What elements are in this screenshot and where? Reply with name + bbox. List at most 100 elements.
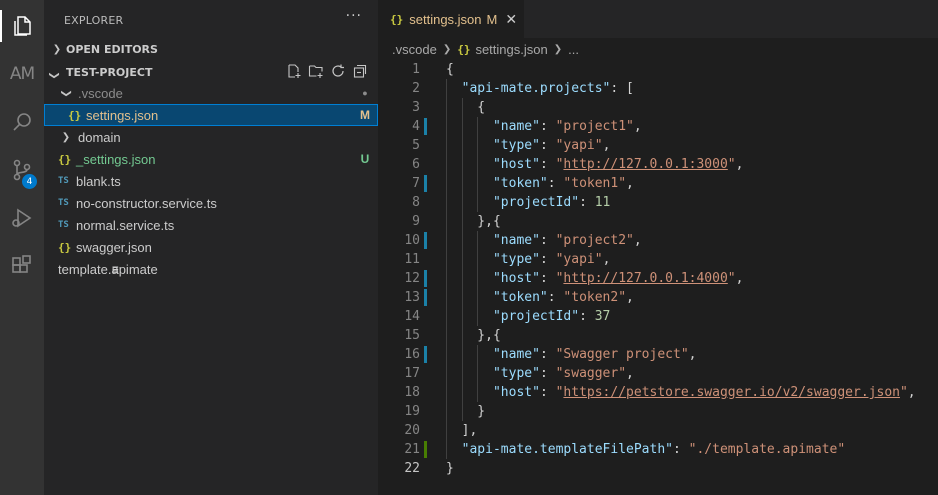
- ts-file-icon: TS: [58, 220, 69, 230]
- close-icon[interactable]: ✕: [505, 11, 517, 28]
- code-line: 1{: [378, 60, 938, 79]
- chevron-right-icon: ❯: [61, 131, 71, 143]
- code-token: ,: [907, 385, 916, 400]
- code-text: "token": "token1",: [446, 174, 634, 193]
- code-token: ,: [688, 347, 697, 362]
- tree-item[interactable]: ❯ domain: [44, 126, 378, 148]
- chevron-down-icon: ❯: [48, 70, 60, 80]
- open-editors-section[interactable]: ❯ OPEN EDITORS: [44, 38, 378, 60]
- code-token: "host": [492, 271, 540, 286]
- tree-item[interactable]: {} _settings.json U: [44, 148, 378, 170]
- code-line: 21 "api-mate.templateFilePath": "./templ…: [378, 440, 938, 459]
- code-text: "api-mate.projects": [: [446, 79, 634, 98]
- json-file-icon: {}: [58, 152, 72, 166]
- api-mate-icon[interactable]: AM: [0, 52, 44, 96]
- code-token: :: [539, 366, 556, 381]
- line-number: 1: [412, 62, 420, 77]
- tab-bar: {} settings.json M ✕: [378, 0, 938, 38]
- tab-settings-json[interactable]: {} settings.json M ✕: [378, 0, 524, 38]
- breadcrumb-folder[interactable]: .vscode: [392, 42, 437, 57]
- tree-item-label: template.apimate: [58, 261, 158, 277]
- collapse-all-icon[interactable]: [352, 63, 368, 79]
- api-mate-label: AM: [9, 64, 35, 84]
- search-icon[interactable]: [0, 100, 44, 144]
- explorer-sidebar: EXPLORER ··· ❯ OPEN EDITORS ❯ TEST-PROJE…: [44, 0, 378, 495]
- code-token: {: [446, 100, 486, 115]
- tree-item-label: swagger.json: [76, 239, 152, 255]
- code-token: :: [539, 157, 556, 172]
- code-editor[interactable]: 1{2 "api-mate.projects": [3 {4 "name": "…: [378, 60, 938, 478]
- refresh-icon[interactable]: [330, 63, 346, 79]
- code-token: "type": [492, 138, 540, 153]
- line-number: 7: [412, 176, 420, 191]
- line-number: 9: [412, 214, 420, 229]
- explorer-icon[interactable]: [0, 4, 44, 48]
- sidebar-title: EXPLORER: [64, 14, 124, 27]
- tree-item[interactable]: {} swagger.json: [44, 236, 378, 258]
- code-token: ,: [633, 233, 642, 248]
- code-text: ],: [446, 421, 478, 440]
- new-folder-icon[interactable]: [308, 63, 324, 79]
- project-section[interactable]: ❯ TEST-PROJECT: [44, 61, 378, 83]
- breadcrumb-symbol[interactable]: ...: [568, 42, 579, 57]
- line-number: 2: [412, 81, 420, 96]
- code-token: "token": [492, 290, 548, 305]
- code-token: "name": [492, 233, 540, 248]
- breadcrumb: .vscode ❯ {} settings.json ❯ ...: [392, 40, 579, 58]
- code-token: : [: [610, 81, 634, 96]
- tree-item[interactable]: TS no-constructor.service.ts: [44, 192, 378, 214]
- new-file-icon[interactable]: [286, 63, 302, 79]
- tree-item[interactable]: TS blank.ts: [44, 170, 378, 192]
- code-token: :: [547, 176, 564, 191]
- line-number: 10: [404, 233, 420, 248]
- code-text: "host": "https://petstore.swagger.io/v2/…: [446, 383, 916, 402]
- extensions-icon[interactable]: [0, 244, 44, 288]
- code-token: "host": [492, 385, 540, 400]
- tree-item[interactable]: TS normal.service.ts: [44, 214, 378, 236]
- code-line: 4 "name": "project1",: [378, 117, 938, 136]
- code-text: "projectId": 11: [446, 193, 610, 212]
- code-token: {: [446, 62, 454, 77]
- code-token: "project2": [555, 233, 634, 248]
- line-number: 22: [404, 461, 420, 476]
- json-file-icon: {}: [457, 42, 471, 56]
- tree-item[interactable]: {} settings.json M: [44, 104, 378, 126]
- line-number: 19: [404, 404, 420, 419]
- code-token: :: [539, 138, 556, 153]
- code-token[interactable]: http://127.0.0.1:4000: [563, 271, 727, 286]
- code-token: :: [539, 252, 556, 267]
- code-text: "name": "project2",: [446, 231, 642, 250]
- source-control-icon[interactable]: 4: [0, 148, 44, 192]
- code-token[interactable]: https://petstore.swagger.io/v2/swagger.j…: [563, 385, 900, 400]
- code-line: 13 "token": "token2",: [378, 288, 938, 307]
- tree-item-label: _settings.json: [76, 151, 156, 167]
- code-text: "api-mate.templateFilePath": "./template…: [446, 440, 846, 459]
- line-number: 17: [404, 366, 420, 381]
- code-token[interactable]: http://127.0.0.1:3000: [563, 157, 727, 172]
- gutter-modified-marker: [424, 346, 427, 363]
- code-text: }: [446, 459, 454, 478]
- breadcrumb-file[interactable]: settings.json: [475, 42, 547, 57]
- code-token: 37: [594, 309, 611, 324]
- line-number: 18: [404, 385, 420, 400]
- more-actions-icon[interactable]: ···: [346, 8, 362, 24]
- run-debug-icon[interactable]: [0, 196, 44, 240]
- line-number: 16: [404, 347, 420, 362]
- code-token: ,: [626, 290, 634, 305]
- code-token: ": [899, 385, 908, 400]
- code-token: "name": [492, 119, 540, 134]
- tree-item[interactable]: ❯ .vscode ●: [44, 82, 378, 104]
- source-control-badge: 4: [22, 174, 37, 189]
- code-token: }: [446, 404, 486, 419]
- code-line: 6 "host": "http://127.0.0.1:3000",: [378, 155, 938, 174]
- tree-item[interactable]: ≡ template.apimate: [44, 258, 378, 280]
- code-token: :: [539, 271, 556, 286]
- line-number: 3: [412, 100, 420, 115]
- code-token: "Swagger project": [555, 347, 689, 362]
